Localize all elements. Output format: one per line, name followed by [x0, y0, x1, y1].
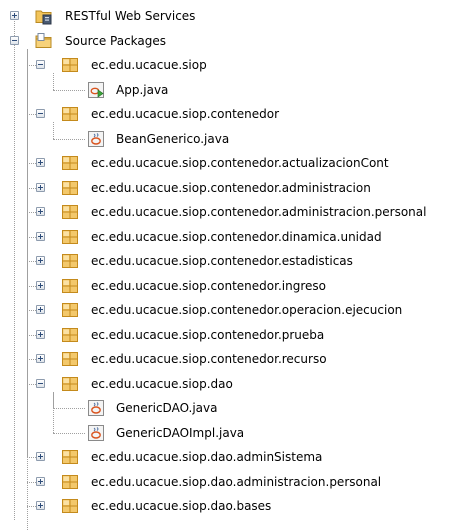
collapse-toggle-icon[interactable]: [10, 35, 19, 45]
expand-toggle-icon[interactable]: [36, 280, 45, 290]
expand-toggle-icon[interactable]: [36, 256, 45, 265]
tree-node-label: ec.edu.ucacue.siop.dao: [91, 376, 233, 391]
tree-node-package[interactable]: ec.edu.ucacue.siop.contenedor.prueba: [0, 323, 473, 347]
tree-node-label: ec.edu.ucacue.siop.dao.adminSistema: [91, 450, 323, 464]
expand-toggle-icon[interactable]: [36, 305, 45, 314]
expand-toggle-icon[interactable]: [36, 354, 45, 363]
expand-toggle-icon[interactable]: [10, 11, 19, 20]
tree-node-label: ec.edu.ucacue.siop.contenedor: [91, 107, 280, 121]
collapse-toggle-icon[interactable]: [36, 378, 45, 388]
package-icon: [61, 56, 79, 74]
tree-node-label: ec.edu.ucacue.siop.contenedor.ingreso: [91, 278, 326, 293]
tree-node-label: GenericDAO.java: [116, 401, 218, 415]
expand-toggle-icon[interactable]: [36, 501, 45, 510]
expand-toggle-icon[interactable]: [36, 207, 45, 216]
package-icon: [61, 350, 79, 368]
tree-node-package[interactable]: ec.edu.ucacue.siop.contenedor.operacion.…: [0, 298, 473, 322]
package-icon: [61, 228, 79, 246]
java-class-icon: [87, 130, 105, 148]
collapse-toggle-icon[interactable]: [36, 60, 45, 69]
tree-node-label: BeanGenerico.java: [116, 131, 230, 146]
tree-node-label: ec.edu.ucacue.siop.contenedor.administra…: [91, 205, 427, 219]
package-icon: [61, 105, 79, 123]
tree-node-folder[interactable]: Source Packages: [0, 29, 473, 53]
tree-node-package[interactable]: ec.edu.ucacue.siop: [0, 53, 473, 77]
expand-toggle-icon[interactable]: [36, 452, 45, 461]
tree-node-file[interactable]: GenericDAOImpl.java: [0, 421, 473, 445]
java-main-class-icon: [87, 81, 105, 99]
tree-node-package[interactable]: ec.edu.ucacue.siop.contenedor.administra…: [0, 176, 473, 200]
package-icon: [61, 473, 79, 491]
tree-node-label: ec.edu.ucacue.siop.dao.bases: [91, 499, 272, 513]
tree-node-package[interactable]: ec.edu.ucacue.siop.contenedor.administra…: [0, 200, 473, 224]
tree-node-file[interactable]: GenericDAO.java: [0, 396, 473, 420]
rest-services-icon: [35, 7, 53, 25]
tree-node-package[interactable]: ec.edu.ucacue.siop.dao.adminSistema: [0, 445, 473, 469]
tree-node-package[interactable]: ec.edu.ucacue.siop.dao.bases: [0, 494, 473, 518]
tree-node-package[interactable]: ec.edu.ucacue.siop.contenedor.dinamica.u…: [0, 225, 473, 249]
project-tree[interactable]: RESTful Web Services Source Packages ec.ed…: [0, 0, 473, 530]
tree-node-label: ec.edu.ucacue.siop.contenedor.prueba: [91, 327, 325, 342]
tree-node-file[interactable]: App.java: [0, 78, 473, 102]
tree-node-label: ec.edu.ucacue.siop.contenedor.recurso: [91, 352, 327, 366]
package-icon: [61, 448, 79, 466]
expand-toggle-icon[interactable]: [36, 182, 45, 192]
tree-node-label: ec.edu.ucacue.siop.contenedor.administra…: [91, 180, 371, 195]
tree-node-label: Source Packages: [65, 33, 167, 48]
tree-node-package[interactable]: ec.edu.ucacue.siop.contenedor: [0, 102, 473, 126]
package-icon: [61, 203, 79, 221]
package-icon: [61, 277, 79, 295]
tree-node-label: RESTful Web Services: [65, 9, 196, 23]
package-icon: [61, 326, 79, 344]
expand-toggle-icon[interactable]: [36, 158, 45, 167]
package-icon: [61, 375, 79, 393]
java-class-icon: [87, 424, 105, 442]
tree-node-label: GenericDAOImpl.java: [116, 425, 245, 440]
tree-node-file[interactable]: BeanGenerico.java: [0, 127, 473, 151]
package-icon: [61, 301, 79, 319]
tree-node-package[interactable]: ec.edu.ucacue.siop.dao.administracion.pe…: [0, 470, 473, 494]
tree-node-package[interactable]: ec.edu.ucacue.siop.contenedor.ingreso: [0, 274, 473, 298]
expand-toggle-icon[interactable]: [36, 329, 45, 339]
tree-node-package[interactable]: ec.edu.ucacue.siop.contenedor.actualizac…: [0, 151, 473, 175]
package-icon: [61, 179, 79, 197]
tree-node-label: ec.edu.ucacue.siop.contenedor.operacion.…: [91, 303, 403, 317]
tree-node-label: ec.edu.ucacue.siop.dao.administracion.pe…: [91, 474, 382, 489]
package-icon: [61, 252, 79, 270]
tree-node-package[interactable]: ec.edu.ucacue.siop.dao: [0, 372, 473, 396]
tree-node-package[interactable]: ec.edu.ucacue.siop.contenedor.estadistic…: [0, 249, 473, 273]
tree-node-label: ec.edu.ucacue.siop.contenedor.estadistic…: [91, 254, 353, 268]
collapse-toggle-icon[interactable]: [36, 109, 45, 118]
tree-node-label: ec.edu.ucacue.siop: [91, 58, 207, 72]
package-icon: [61, 497, 79, 515]
expand-toggle-icon[interactable]: [36, 476, 45, 486]
java-class-icon: [87, 399, 105, 417]
tree-node-folder[interactable]: RESTful Web Services: [0, 4, 473, 28]
tree-node-package[interactable]: ec.edu.ucacue.siop.contenedor.recurso: [0, 347, 473, 371]
tree-node-label: ec.edu.ucacue.siop.contenedor.dinamica.u…: [91, 229, 382, 244]
expand-toggle-icon[interactable]: [36, 231, 45, 241]
source-folder-icon: [35, 32, 53, 50]
package-icon: [61, 154, 79, 172]
tree-node-label: App.java: [116, 82, 169, 97]
tree-node-label: ec.edu.ucacue.siop.contenedor.actualizac…: [91, 156, 389, 170]
